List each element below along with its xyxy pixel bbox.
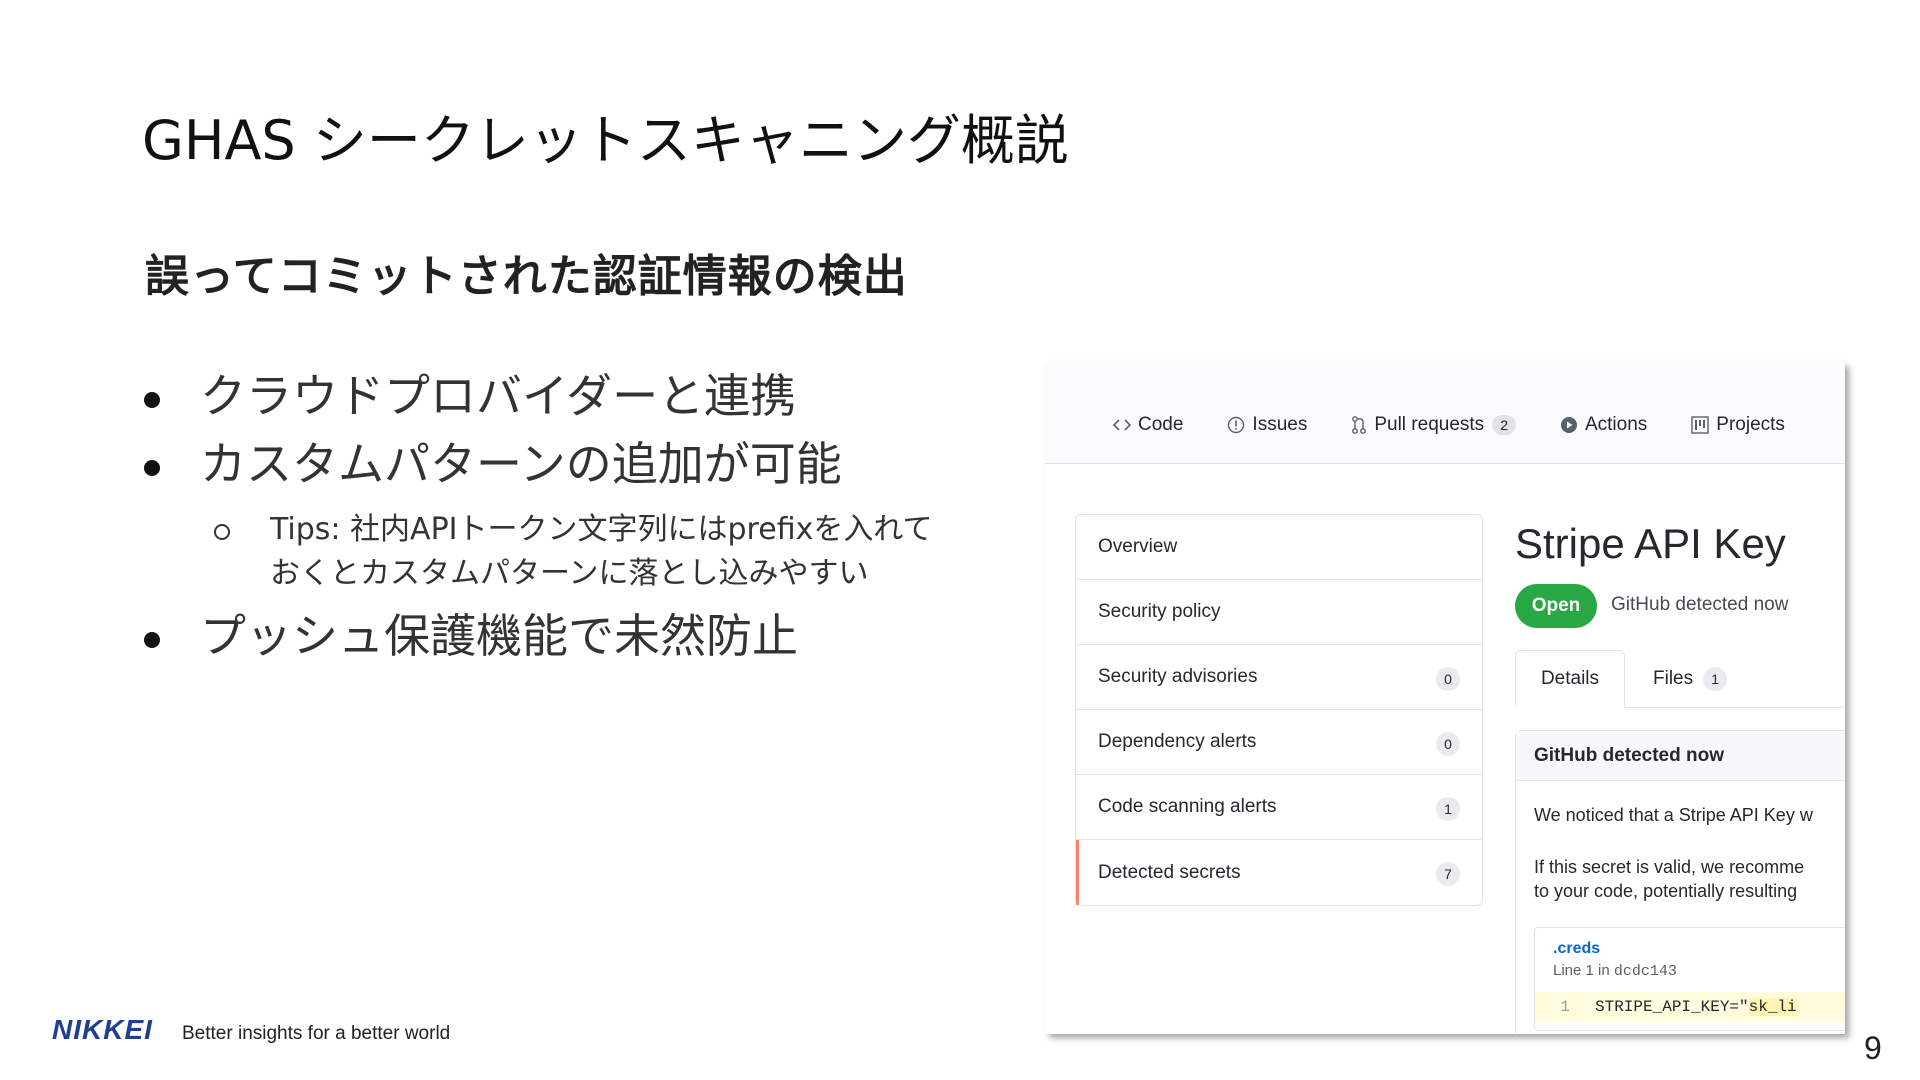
line-number: 1 [1560,998,1570,1016]
sub-bullet-text: おくとカスタムパターンに落とし込みやすい [270,556,869,591]
menu-item-overview[interactable]: Overview [1076,515,1482,580]
bullet-text: カスタムパターンの追加が可能 [200,437,842,491]
bullet-item: プッシュ保護機能で未然防止 [140,602,1020,670]
repo-header: Code Issues Pull requests 2 Actions Proj… [1045,362,1845,464]
code-icon [1113,419,1131,431]
footer-tagline: Better insights for a better world [182,1023,451,1044]
files-count: 1 [1703,667,1728,691]
tab-issues-label: Issues [1252,414,1308,435]
repo-nav: Code Issues Pull requests 2 Actions Proj… [1113,414,1829,436]
page-number: 9 [1864,1030,1882,1066]
alert-title: Stripe API Key [1515,520,1786,567]
issue-icon [1228,416,1245,434]
tab-actions[interactable]: Actions [1560,414,1647,436]
alert-tabs: Details Files 1 [1515,650,1845,708]
pull-requests-count: 2 [1492,415,1516,435]
tab-actions-label: Actions [1584,414,1648,435]
file-link[interactable]: .creds [1553,940,1600,958]
status-badge: Open [1515,584,1597,628]
detection-advice-line: to your code, potentially resulting [1534,881,1798,901]
menu-item-label: Overview [1098,536,1178,557]
bullet-dot-icon [144,632,160,648]
bullet-text: プッシュ保護機能で未然防止 [200,609,798,663]
bullet-dot-icon [144,392,160,408]
menu-item-count: 1 [1436,797,1460,821]
tab-details[interactable]: Details [1515,650,1625,708]
file-meta-prefix: Line 1 in [1553,962,1610,979]
detection-box-header: GitHub detected now [1516,731,1845,781]
sub-bullet-text: Tips: 社内APIトークン文字列にはprefixを入れて [270,512,933,547]
slide-title: GHAS シークレットスキャニング概説 [142,109,1069,172]
tab-pull-requests[interactable]: Pull requests 2 [1351,414,1516,436]
bullet-item: クラウドプロバイダーと連携 [140,362,1020,430]
menu-item-label: Detected secrets [1098,861,1241,883]
bullet-dot-icon [144,460,160,476]
github-screenshot: Code Issues Pull requests 2 Actions Proj… [1045,362,1845,1034]
code-text: STRIPE_API_KEY=" [1595,998,1749,1016]
menu-item-label: Security advisories [1098,666,1258,687]
commit-sha[interactable]: dcdc143 [1614,963,1677,980]
tab-projects-label: Projects [1716,414,1785,435]
menu-item-security-advisories[interactable]: Security advisories 0 [1076,645,1482,710]
file-meta: Line 1 in dcdc143 [1553,962,1677,980]
tab-code[interactable]: Code [1113,414,1183,436]
secret-highlight: sk_li [1748,998,1797,1016]
project-board-icon [1691,416,1709,434]
detection-box: GitHub detected now We noticed that a St… [1515,730,1845,1034]
security-menu: Overview Security policy Security adviso… [1075,514,1483,906]
pull-request-icon [1352,416,1367,434]
menu-item-security-policy[interactable]: Security policy [1076,580,1482,645]
detection-notice: We noticed that a Stripe API Key w [1534,805,1813,825]
detected-text: GitHub detected now [1611,594,1789,615]
nikkei-logo: NIKKEI [52,1014,153,1045]
tab-issues[interactable]: Issues [1227,414,1307,436]
menu-item-count: 0 [1436,732,1460,756]
menu-item-label: Dependency alerts [1098,731,1257,752]
tab-files[interactable]: Files 1 [1653,650,1728,708]
detection-advice-line: If this secret is valid, we recomme [1534,857,1805,877]
code-snippet: .creds Line 1 in dcdc143 1 STRIPE_API_KE… [1534,927,1845,1031]
slide-subtitle: 誤ってコミットされた認証情報の検出 [145,251,908,302]
bullet-list: クラウドプロバイダーと連携 カスタムパターンの追加が可能 Tips: 社内API… [140,362,1020,670]
detection-advice: If this secret is valid, we recomme to y… [1534,855,1804,903]
menu-item-detected-secrets[interactable]: Detected secrets 7 [1076,840,1482,905]
bullet-text: クラウドプロバイダーと連携 [200,369,797,423]
menu-item-code-scanning-alerts[interactable]: Code scanning alerts 1 [1076,775,1482,840]
sub-bullet-ring-icon [214,524,230,540]
menu-item-dependency-alerts[interactable]: Dependency alerts 0 [1076,710,1482,775]
menu-item-count: 7 [1436,862,1460,886]
code-line: 1 STRIPE_API_KEY=" sk_li [1535,992,1845,1022]
play-icon [1560,417,1577,433]
menu-item-label: Code scanning alerts [1098,796,1277,817]
tab-pull-requests-label: Pull requests [1374,414,1485,435]
tab-files-label: Files [1653,668,1694,689]
tab-code-label: Code [1138,414,1184,435]
menu-item-count: 0 [1436,667,1460,691]
tab-details-label: Details [1540,668,1600,689]
menu-item-label: Security policy [1098,601,1221,622]
sub-bullet-item: Tips: 社内APIトークン文字列にはprefixを入れて おくとカスタムパタ… [214,508,1020,596]
tab-projects[interactable]: Projects [1691,414,1785,436]
bullet-item: カスタムパターンの追加が可能 [140,430,1020,498]
